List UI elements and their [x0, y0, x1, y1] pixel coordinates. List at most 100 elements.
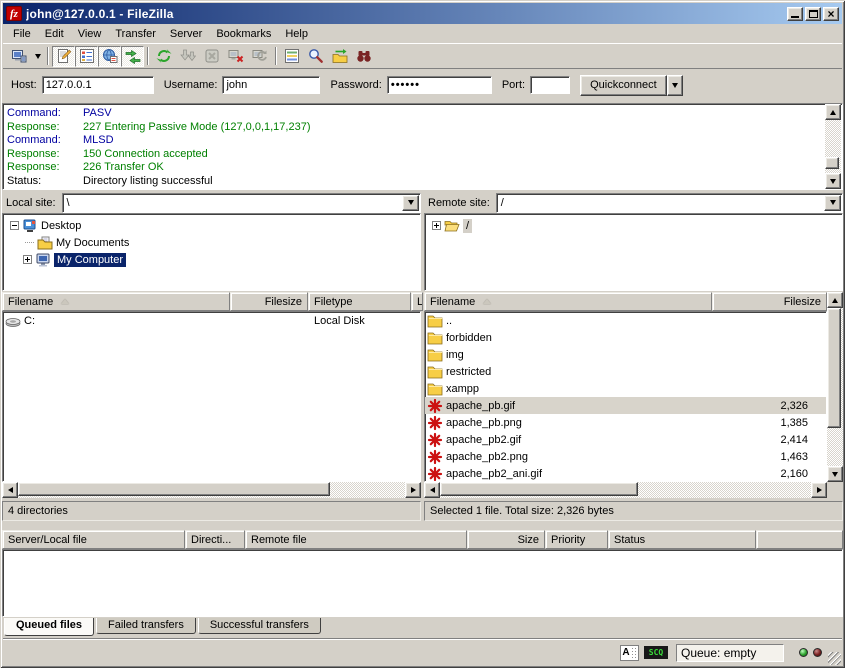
tree-item-desktop[interactable]: Desktop: [3, 217, 420, 234]
column-server-local-file[interactable]: Server/Local file: [2, 530, 185, 549]
file-row[interactable]: apache_pb2.gif 2,414: [425, 431, 826, 448]
menu-view[interactable]: View: [71, 26, 109, 42]
remote-site-combo-arrow[interactable]: [824, 195, 841, 211]
remote-files-list[interactable]: .. forbidden img restricted xampp apache…: [424, 311, 827, 482]
toggle-local-tree-button[interactable]: [75, 46, 98, 67]
column-priority[interactable]: Priority: [545, 530, 608, 549]
file-row[interactable]: apache_pb2.png 1,463: [425, 448, 826, 465]
toggle-transfer-queue-button[interactable]: [121, 46, 144, 67]
scroll-down-button[interactable]: [825, 173, 841, 189]
remote-horizontal-scrollbar[interactable]: [424, 482, 827, 498]
tree-item-root[interactable]: /: [425, 217, 842, 234]
reconnect-button[interactable]: [248, 45, 272, 67]
tab-successful-transfers[interactable]: Successful transfers: [198, 618, 321, 634]
scroll-down-button[interactable]: [827, 466, 843, 482]
scroll-track[interactable]: [827, 308, 843, 466]
expand-box-icon[interactable]: [23, 255, 32, 264]
minimize-button[interactable]: [787, 7, 803, 21]
file-row[interactable]: ..: [425, 312, 826, 329]
process-queue-button[interactable]: [176, 45, 200, 67]
tab-queued-files[interactable]: Queued files: [4, 618, 94, 636]
column-filename[interactable]: Filename: [424, 292, 712, 311]
scroll-thumb[interactable]: [440, 482, 638, 496]
file-row[interactable]: xampp: [425, 380, 826, 397]
password-input[interactable]: [387, 76, 492, 94]
tree-item-my-documents[interactable]: My Documents: [3, 234, 420, 251]
menu-transfer[interactable]: Transfer: [108, 26, 163, 42]
scroll-track[interactable]: [825, 120, 841, 173]
scroll-thumb[interactable]: [18, 482, 330, 496]
resize-grip[interactable]: [828, 652, 841, 665]
toggle-message-log-button[interactable]: [52, 46, 75, 67]
message-log[interactable]: Command:PASV Response:227 Entering Passi…: [2, 103, 843, 190]
remote-vertical-scrollbar[interactable]: [827, 292, 843, 482]
local-tree[interactable]: Desktop My Documents My Computer: [2, 213, 421, 291]
quickconnect-dropdown[interactable]: [667, 75, 683, 96]
column-remote-file[interactable]: Remote file: [245, 530, 467, 549]
queue-list[interactable]: [2, 549, 843, 617]
cancel-operation-button[interactable]: [200, 45, 224, 67]
file-row[interactable]: C: Local Disk: [3, 312, 420, 329]
menu-server[interactable]: Server: [163, 26, 209, 42]
filezilla-logo-icon[interactable]: fz: [6, 6, 22, 21]
scroll-thumb[interactable]: [825, 157, 839, 169]
file-row-selected[interactable]: apache_pb.gif 2,326: [425, 397, 826, 414]
column-direction[interactable]: Directi...: [185, 530, 245, 549]
menu-edit[interactable]: Edit: [38, 26, 71, 42]
column-filesize[interactable]: Filesize: [230, 292, 308, 311]
scroll-track[interactable]: [18, 482, 405, 498]
maximize-button[interactable]: [805, 7, 821, 21]
column-filesize[interactable]: Filesize: [712, 292, 827, 311]
speed-limits-indicator[interactable]: SCQ: [644, 646, 668, 659]
local-site-combo[interactable]: \: [62, 193, 421, 213]
find-files-button[interactable]: [352, 45, 376, 67]
directory-comparison-button[interactable]: [304, 45, 328, 67]
file-row[interactable]: forbidden: [425, 329, 826, 346]
column-last-modified[interactable]: L: [411, 292, 423, 311]
remote-tree[interactable]: /: [424, 213, 843, 291]
menu-help[interactable]: Help: [278, 26, 315, 42]
menu-bookmarks[interactable]: Bookmarks: [209, 26, 278, 42]
refresh-button[interactable]: [152, 45, 176, 67]
scroll-right-button[interactable]: [811, 482, 827, 498]
scroll-up-button[interactable]: [825, 104, 841, 120]
file-row[interactable]: restricted: [425, 363, 826, 380]
quickconnect-button[interactable]: Quickconnect: [580, 75, 667, 96]
toggle-remote-tree-button[interactable]: [98, 46, 121, 67]
file-row[interactable]: img: [425, 346, 826, 363]
close-button[interactable]: ×: [823, 7, 839, 21]
scroll-thumb[interactable]: [827, 308, 841, 428]
scroll-left-button[interactable]: [2, 482, 18, 498]
directory-filters-button[interactable]: [280, 45, 304, 67]
column-status[interactable]: Status: [608, 530, 756, 549]
local-files-list[interactable]: C: Local Disk: [2, 311, 421, 482]
host-input[interactable]: [42, 76, 154, 94]
tree-item-my-computer[interactable]: My Computer: [3, 251, 420, 268]
local-site-combo-arrow[interactable]: [402, 195, 419, 211]
cancel-icon: [204, 48, 220, 64]
site-manager-dropdown[interactable]: [31, 45, 44, 67]
synchronized-browsing-button[interactable]: [328, 45, 352, 67]
log-line: Status:Directory listing successful: [7, 175, 822, 189]
file-row[interactable]: apache_pb2_ani.gif 2,160: [425, 465, 826, 482]
log-scrollbar[interactable]: [825, 104, 841, 189]
scroll-up-button[interactable]: [827, 292, 843, 308]
collapse-box-icon[interactable]: [10, 221, 19, 230]
site-manager-button[interactable]: [7, 45, 31, 67]
file-row[interactable]: apache_pb.png 1,385: [425, 414, 826, 431]
column-filetype[interactable]: Filetype: [308, 292, 411, 311]
transfer-type-indicator[interactable]: A: [620, 645, 639, 661]
menu-file[interactable]: File: [6, 26, 38, 42]
column-filename[interactable]: Filename: [2, 292, 230, 311]
username-input[interactable]: [222, 76, 320, 94]
scroll-track[interactable]: [440, 482, 811, 498]
column-size[interactable]: Size: [467, 530, 545, 549]
expand-box-icon[interactable]: [432, 221, 441, 230]
port-input[interactable]: [530, 76, 570, 94]
local-horizontal-scrollbar[interactable]: [2, 482, 421, 498]
scroll-right-button[interactable]: [405, 482, 421, 498]
disconnect-button[interactable]: [224, 45, 248, 67]
tab-failed-transfers[interactable]: Failed transfers: [96, 618, 196, 634]
scroll-left-button[interactable]: [424, 482, 440, 498]
remote-site-combo[interactable]: /: [496, 193, 843, 213]
